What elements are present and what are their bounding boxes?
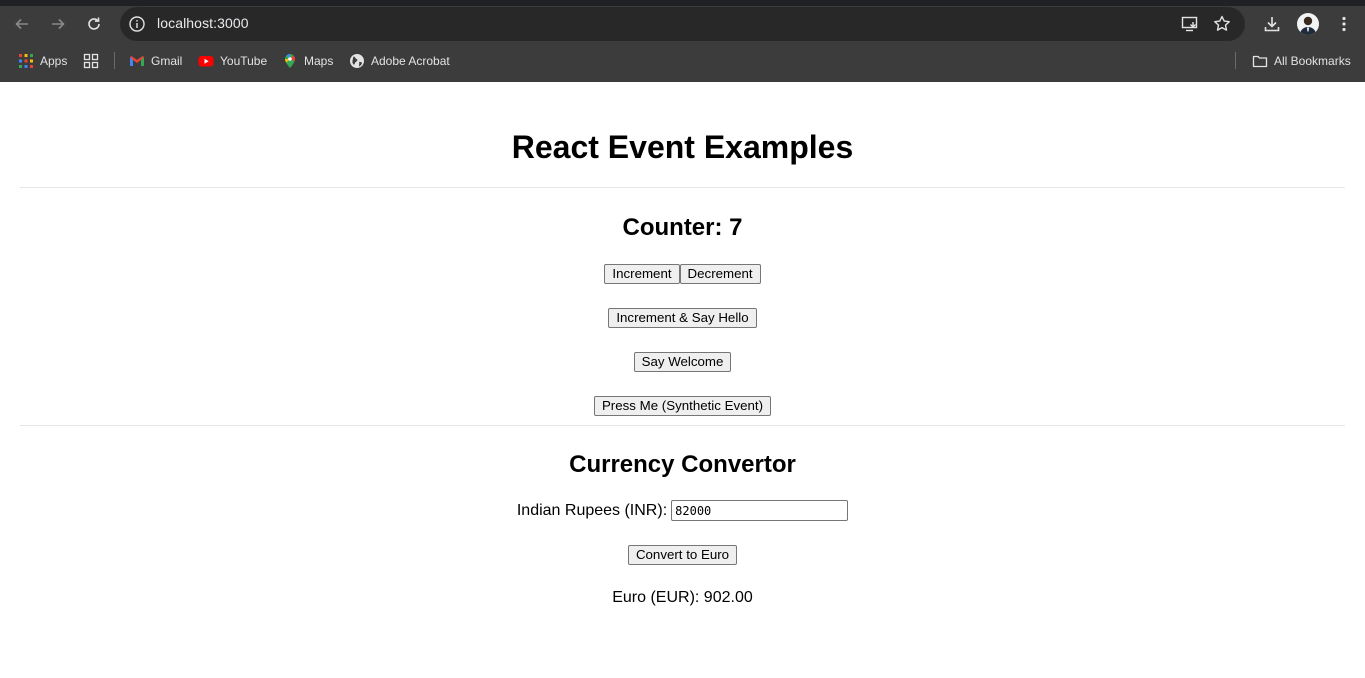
inr-label: Indian Rupees (INR): [516,501,668,519]
bookmark-apps[interactable]: Apps [18,51,67,71]
divider [20,425,1345,426]
tab-groups-icon [83,53,99,69]
say-welcome-row: Say Welcome [0,352,1365,372]
press-me-button[interactable]: Press Me (Synthetic Event) [593,396,772,416]
browser-chrome: localhost:3000 Apps Gmail YouTube Maps A… [0,0,1365,82]
install-app-icon[interactable] [1180,14,1200,34]
increment-button[interactable]: Increment [604,264,680,284]
gmail-icon [129,53,145,69]
more-vertical-icon [1342,16,1346,32]
convert-row: Convert to Euro [0,545,1365,565]
bookmark-tab-groups[interactable] [83,51,105,71]
reload-button[interactable] [80,10,108,38]
bookmark-youtube[interactable]: YouTube [198,51,267,71]
counter-heading: Counter: 7 [622,214,743,241]
euro-result: Euro (EUR): 902.00 [612,589,753,606]
url-text[interactable]: localhost:3000 [157,15,249,31]
downloads-button[interactable] [1261,13,1283,35]
say-welcome-button[interactable]: Say Welcome [633,352,732,372]
bookmark-separator [1235,52,1236,69]
forward-button[interactable] [44,10,72,38]
divider [20,187,1345,188]
globe-icon [349,53,365,69]
inr-amount-input[interactable] [671,500,849,521]
inr-input-row: Indian Rupees (INR): [0,500,1365,521]
browser-menu-button[interactable] [1333,13,1355,35]
reload-icon [88,17,100,30]
back-button[interactable] [8,10,36,38]
increment-say-hello-button[interactable]: Increment & Say Hello [608,308,757,328]
convert-to-euro-button[interactable]: Convert to Euro [627,545,738,565]
maps-pin-icon [282,53,298,69]
all-bookmarks-button[interactable]: All Bookmarks [1252,51,1351,71]
bookmark-label: Maps [304,54,334,68]
currency-heading: Currency Convertor [569,451,796,478]
star-icon[interactable] [1212,14,1232,34]
page-title: React Event Examples [511,129,854,165]
bookmark-label: YouTube [220,54,268,68]
press-me-row: Press Me (Synthetic Event) [0,396,1365,416]
browser-toolbar: localhost:3000 [0,6,1365,42]
arrow-left-icon [15,18,28,30]
bookmark-label: Gmail [151,54,183,68]
bookmark-label: Adobe Acrobat [371,54,450,68]
page-content: React Event Examples Counter: 7 Incremen… [0,82,1365,678]
folder-icon [1252,53,1268,69]
decrement-button[interactable]: Decrement [679,264,761,284]
bookmark-maps[interactable]: Maps [282,51,333,71]
increment-hello-row: Increment & Say Hello [0,308,1365,328]
bookmark-adobe-acrobat[interactable]: Adobe Acrobat [349,51,450,71]
bookmarks-bar: Apps Gmail YouTube Maps Adobe Acrobat Al… [0,48,1365,74]
apps-grid-icon [18,53,34,69]
site-info-icon[interactable] [128,15,146,33]
bookmark-label: All Bookmarks [1274,54,1351,68]
bookmark-gmail[interactable]: Gmail [129,51,182,71]
arrow-right-icon [52,18,65,30]
profile-picture-icon [1300,16,1316,35]
counter-buttons-row: Increment Decrement [0,264,1365,284]
bookmark-label: Apps [40,54,68,68]
profile-avatar[interactable] [1297,13,1319,35]
address-bar[interactable]: localhost:3000 [120,7,1245,41]
bookmark-separator [114,52,115,69]
youtube-icon [198,53,214,69]
download-icon [1264,17,1280,32]
